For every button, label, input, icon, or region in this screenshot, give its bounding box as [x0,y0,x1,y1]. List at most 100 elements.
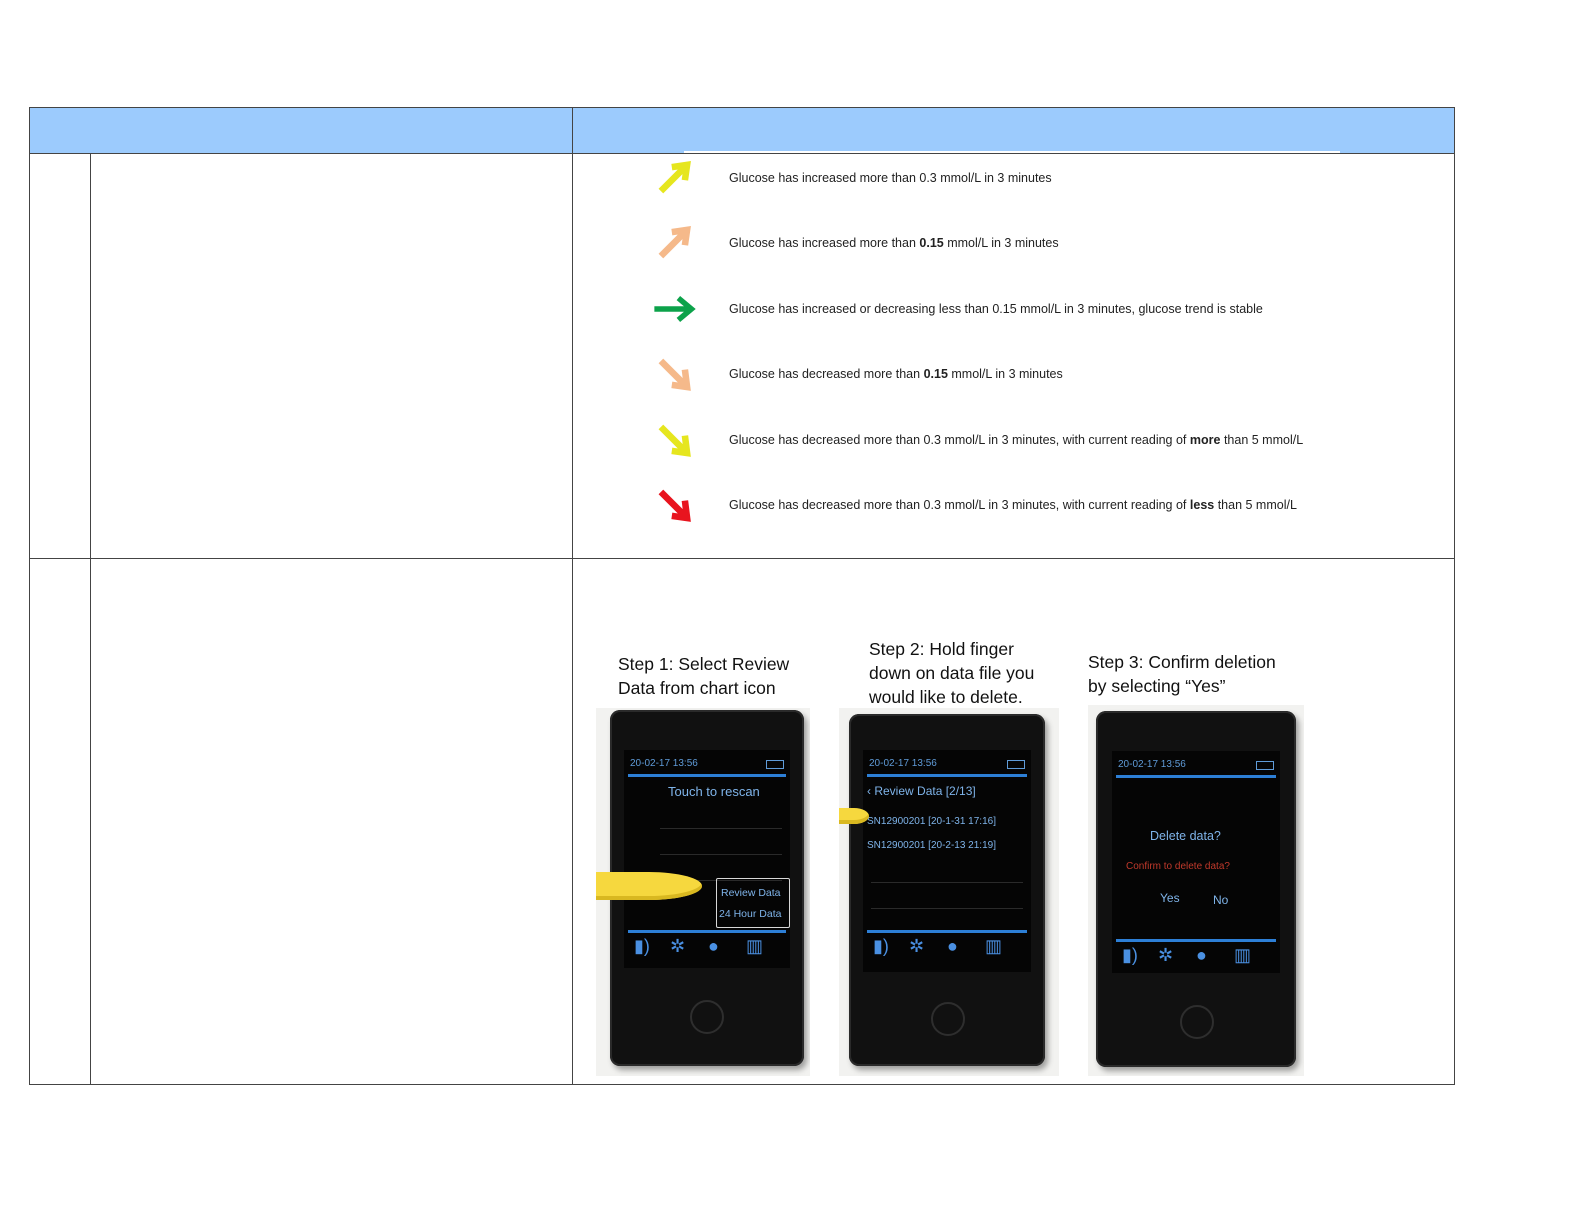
trend-text-part: mmol/L in 3 minutes [947,367,1063,381]
step-3-photo: 20-02-17 13:56 Delete data? Confirm to d… [1088,705,1304,1076]
battery-icon [1007,760,1025,769]
step-1-label: Step 1: Select Review Data from chart ic… [618,652,789,700]
trend-text-part: Glucose has decreased more than [729,367,924,381]
home-button[interactable] [690,1000,724,1034]
icon-bar: ▮) ✲ ● ▥ [624,936,790,962]
step-3-line-2: by selecting “Yes” [1088,676,1226,696]
trend-text-emphasis: 0.15 [919,236,944,250]
trend-text-part: than 5 mmol/L [1220,433,1304,447]
battery-icon [1256,761,1274,770]
trend-text-emphasis: less [1189,498,1215,512]
trend-text-part: than 5 mmol/L [1214,498,1297,512]
arrow-up-right-icon [658,161,691,194]
grid-line [660,854,782,855]
device-3: 20-02-17 13:56 Delete data? Confirm to d… [1096,711,1296,1067]
row-1-number-cell [30,154,90,558]
trend-text-part: Glucose has increased or decreasing less… [729,302,1263,316]
sensor-icon[interactable]: ▮) [634,936,650,957]
trend-text-part: Glucose has increased more than [729,236,920,250]
chart-icon[interactable]: ▥ [985,936,1002,957]
trend-legend-row: Glucose has increased or decreasing less… [650,281,1410,337]
icon-bar: ▮) ✲ ● ▥ [863,936,1031,962]
trend-description: Glucose has increased more than 0.15 mmo… [729,215,1059,271]
home-button[interactable] [931,1002,965,1036]
trend-legend-row: Glucose has increased more than 0.15 mmo… [650,215,1410,271]
status-bar: 20-02-17 13:56 [1116,759,1276,773]
device-2: 20-02-17 13:56 ‹ Review Data [2/13] SN12… [849,714,1045,1066]
row-1-description-cell [91,154,572,558]
no-button[interactable]: No [1213,893,1228,907]
row-2-description-cell [91,559,572,1085]
timestamp: 20-02-17 13:56 [1118,759,1186,770]
user-icon[interactable]: ● [1196,945,1207,966]
arrow-right-icon [654,295,696,323]
battery-icon [766,760,784,769]
sensor-icon[interactable]: ▮) [1122,945,1138,966]
device-1-screen: 20-02-17 13:56 Touch to rescan Review Da… [624,750,790,968]
trend-legend-row: Glucose has decreased more than 0.3 mmol… [650,477,1410,533]
step-2-line-1: Step 2: Hold finger [869,639,1014,659]
user-icon[interactable]: ● [947,936,958,957]
table-header-row [30,108,1454,154]
trend-text-part: mmol/L in 3 minutes [943,236,1059,250]
grid-line [871,882,1023,883]
row-2-number-cell [30,559,90,1085]
sensor-icon[interactable]: ▮) [873,936,889,957]
gear-icon[interactable]: ✲ [909,936,924,957]
column-divider-2 [572,153,573,1085]
trend-legend-row: Glucose has increased more than 0.3 mmol… [650,150,1410,206]
step-2-line-2: down on data file you [869,663,1035,683]
device-2-screen: 20-02-17 13:56 ‹ Review Data [2/13] SN12… [863,750,1031,972]
stylus [596,872,702,900]
arrow-down-right-icon [658,424,691,457]
gear-icon[interactable]: ✲ [1158,945,1173,966]
step-1-line-2: Data from chart icon [618,678,776,698]
step-2-line-3: would like to delete. [869,687,1023,707]
status-bar: 20-02-17 13:56 [867,758,1027,772]
trend-text-part: Glucose has increased more than 0.3 mmol… [729,171,1052,185]
step-2-label: Step 2: Hold finger down on data file yo… [869,637,1034,709]
trend-legend-row: Glucose has decreased more than 0.15 mmo… [650,346,1410,402]
chart-popup-menu: Review Data 24 Hour Data [716,878,790,928]
step-3-line-1: Step 3: Confirm deletion [1088,652,1276,672]
header-rule [867,774,1027,777]
menu-24-hour-data[interactable]: 24 Hour Data [719,908,781,920]
footer-rule [1116,939,1276,942]
arrow-down-right-icon [658,489,691,522]
trend-description: Glucose has increased more than 0.3 mmol… [729,150,1052,206]
trend-text-emphasis: more [1189,433,1221,447]
rescan-button[interactable]: Touch to rescan [668,784,760,799]
chart-icon[interactable]: ▥ [1234,945,1251,966]
trend-description: Glucose has increased or decreasing less… [729,281,1263,337]
chart-icon[interactable]: ▥ [746,936,763,957]
trend-description: Glucose has decreased more than 0.3 mmol… [729,412,1303,468]
grid-line [871,908,1023,909]
gear-icon[interactable]: ✲ [670,936,685,957]
trend-description: Glucose has decreased more than 0.15 mmo… [729,346,1063,402]
trend-text-emphasis: 0.15 [923,367,948,381]
delete-dialog-prompt: Confirm to delete data? [1126,861,1230,872]
icon-bar: ▮) ✲ ● ▥ [1112,945,1280,971]
data-file-1[interactable]: SN12900201 [20-1-31 17:16] [867,816,996,827]
trend-legend-row: Glucose has decreased more than 0.3 mmol… [650,412,1410,468]
header-divider [572,108,573,153]
step-1-line-1: Step 1: Select Review [618,654,790,674]
trend-text-part: Glucose has decreased more than 0.3 mmol… [729,433,1190,447]
step-1-photo: 20-02-17 13:56 Touch to rescan Review Da… [596,708,810,1076]
arrow-up-right-icon [658,226,691,259]
yes-button[interactable]: Yes [1160,891,1180,905]
home-button[interactable] [1180,1005,1214,1039]
review-data-title: Review Data [2/13] [874,784,976,798]
status-bar: 20-02-17 13:56 [628,758,786,772]
arrow-down-right-icon [658,358,691,391]
user-icon[interactable]: ● [708,936,719,957]
data-file-2[interactable]: SN12900201 [20-2-13 21:19] [867,840,996,851]
trend-text-part: Glucose has decreased more than 0.3 mmol… [729,498,1190,512]
device-3-screen: 20-02-17 13:56 Delete data? Confirm to d… [1112,751,1280,973]
review-data-header: ‹ Review Data [2/13] [867,784,976,798]
menu-review-data[interactable]: Review Data [721,887,781,899]
step-3-label: Step 3: Confirm deletion by selecting “Y… [1088,650,1276,698]
stylus [839,808,869,824]
header-rule [1116,775,1276,778]
grid-line [660,828,782,829]
